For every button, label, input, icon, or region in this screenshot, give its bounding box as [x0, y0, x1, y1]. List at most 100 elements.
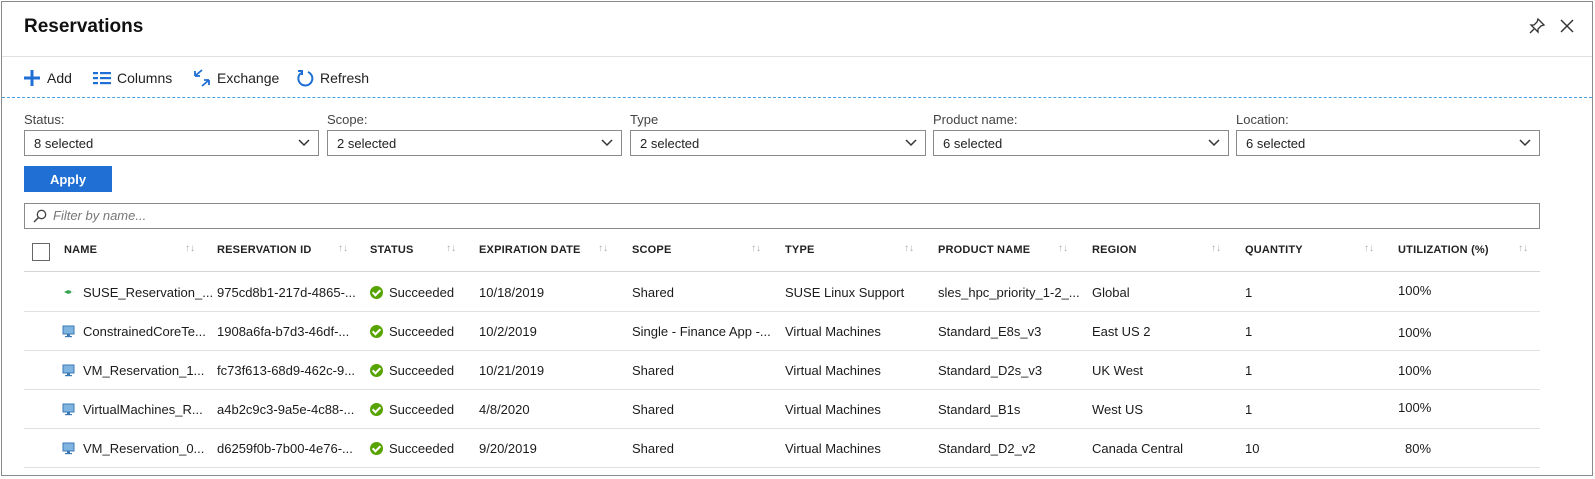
type: Virtual Machines — [785, 441, 881, 456]
sort-icon[interactable]: ↑↓ — [1364, 243, 1374, 254]
type-filter-value: 2 selected — [640, 136, 700, 151]
utilization: 100% — [1398, 283, 1432, 298]
status-text: Succeeded — [389, 363, 455, 378]
reservation-id: 1908a6fa-b7d3-46df-... — [217, 324, 350, 339]
sort-icon[interactable]: ↑↓ — [185, 243, 195, 254]
status-text: Succeeded — [389, 402, 455, 417]
scope-filter-select[interactable]: 2 selected — [327, 130, 622, 156]
sort-icon[interactable]: ↑↓ — [338, 243, 348, 254]
sort-icon[interactable]: ↑↓ — [751, 243, 761, 254]
type-filter-select[interactable]: 2 selected — [630, 130, 926, 156]
exchange-button[interactable]: Exchange — [193, 68, 279, 88]
type: SUSE Linux Support — [785, 285, 905, 300]
location-filter-label: Location: — [1236, 112, 1289, 127]
expiration-date: 10/21/2019 — [479, 363, 545, 378]
command-bar: Add Columns Exchange Refresh — [2, 58, 1592, 98]
search-icon — [33, 209, 47, 223]
table-row[interactable]: VirtualMachines_R... a4b2c9c3-9a5e-4c88-… — [24, 390, 1540, 429]
table-header: NAME ↑↓ RESERVATION ID ↑↓ STATUS ↑↓ EXPI… — [24, 234, 1540, 272]
status-text: Succeeded — [389, 441, 455, 456]
close-icon[interactable] — [1558, 17, 1576, 35]
reservation-name[interactable]: VM_Reservation_0... — [83, 441, 204, 456]
chevron-down-icon — [601, 139, 613, 147]
type: Virtual Machines — [785, 324, 881, 339]
type: Virtual Machines — [785, 363, 881, 378]
columns-button[interactable]: Columns — [93, 68, 172, 88]
quantity: 10 — [1245, 441, 1260, 456]
column-header-scope[interactable]: SCOPE — [632, 244, 672, 256]
quantity: 1 — [1245, 285, 1253, 300]
table-row[interactable]: SUSE_Reservation_... 975cd8b1-217d-4865-… — [24, 273, 1540, 312]
utilization: 100% — [1398, 363, 1432, 378]
column-header-type[interactable]: TYPE — [785, 244, 815, 256]
column-header-quantity[interactable]: QUANTITY — [1245, 244, 1303, 256]
product-name-filter-select[interactable]: 6 selected — [933, 130, 1229, 156]
product-name: Standard_B1s — [938, 402, 1021, 417]
utilization: 100% — [1398, 400, 1432, 415]
reservation-name[interactable]: VirtualMachines_R... — [83, 402, 203, 417]
columns-button-label: Columns — [117, 70, 173, 86]
plus-icon — [24, 70, 40, 86]
type: Virtual Machines — [785, 402, 881, 417]
chevron-down-icon — [1208, 139, 1220, 147]
reservation-name[interactable]: VM_Reservation_1... — [83, 363, 204, 378]
sort-icon[interactable]: ↑↓ — [904, 243, 914, 254]
vm-icon — [62, 325, 75, 338]
location-filter-select[interactable]: 6 selected — [1236, 130, 1540, 156]
location-filter-value: 6 selected — [1246, 136, 1306, 151]
status-cell: Succeeded — [370, 324, 454, 339]
add-button-label: Add — [47, 70, 72, 86]
product-name-filter-label: Product name: — [933, 112, 1018, 127]
refresh-button[interactable]: Refresh — [296, 68, 369, 88]
column-header-expiration-date[interactable]: EXPIRATION DATE — [479, 244, 581, 256]
exchange-icon — [194, 69, 210, 87]
region: West US — [1092, 402, 1144, 417]
sort-icon[interactable]: ↑↓ — [1518, 243, 1528, 254]
column-header-name[interactable]: NAME — [64, 244, 97, 256]
sort-icon[interactable]: ↑↓ — [1211, 243, 1221, 254]
expiration-date: 4/8/2020 — [479, 402, 530, 417]
sort-icon[interactable]: ↑↓ — [598, 243, 608, 254]
add-button[interactable]: Add — [23, 68, 72, 88]
column-header-utilization[interactable]: UTILIZATION (%) — [1398, 244, 1489, 256]
pin-icon[interactable] — [1528, 17, 1546, 35]
filter-by-name-placeholder: Filter by name... — [53, 208, 147, 223]
product-name: Standard_D2s_v3 — [938, 363, 1043, 378]
select-all-checkbox[interactable] — [32, 243, 50, 261]
status-text: Succeeded — [389, 285, 455, 300]
table-row[interactable]: ConstrainedCoreTe... 1908a6fa-b7d3-46df-… — [24, 312, 1540, 351]
product-name: sles_hpc_priority_1-2_... — [938, 285, 1080, 300]
table-row[interactable]: VM_Reservation_1... fc73f613-68d9-462c-9… — [24, 351, 1540, 390]
success-check-icon — [370, 325, 383, 338]
sort-icon[interactable]: ↑↓ — [446, 243, 456, 254]
product-name: Standard_D2_v2 — [938, 441, 1036, 456]
reservation-name[interactable]: SUSE_Reservation_... — [83, 285, 213, 300]
column-header-product-name[interactable]: PRODUCT NAME — [938, 244, 1030, 256]
table-row[interactable]: VM_Reservation_0... d6259f0b-7b00-4e76-.… — [24, 429, 1540, 468]
status-cell: Succeeded — [370, 441, 454, 456]
column-header-status[interactable]: STATUS — [370, 244, 414, 256]
scope: Single - Finance App -... — [632, 324, 771, 339]
reservation-name[interactable]: ConstrainedCoreTe... — [83, 324, 206, 339]
sort-icon[interactable]: ↑↓ — [1058, 243, 1068, 254]
status-filter-select[interactable]: 8 selected — [24, 130, 319, 156]
scope: Shared — [632, 285, 674, 300]
scope: Shared — [632, 363, 674, 378]
scope-filter-label: Scope: — [327, 112, 368, 127]
success-check-icon — [370, 286, 383, 299]
refresh-icon — [297, 70, 314, 87]
quantity: 1 — [1245, 402, 1253, 417]
region: UK West — [1092, 363, 1144, 378]
quantity: 1 — [1245, 363, 1253, 378]
reservation-id: fc73f613-68d9-462c-9... — [217, 363, 356, 378]
vm-icon — [62, 403, 75, 416]
success-check-icon — [370, 403, 383, 416]
column-header-reservation-id[interactable]: RESERVATION ID — [217, 244, 311, 256]
expiration-date: 9/20/2019 — [479, 441, 537, 456]
apply-button[interactable]: Apply — [24, 166, 112, 192]
status-text: Succeeded — [389, 324, 455, 339]
columns-icon — [93, 72, 111, 85]
region: Global — [1092, 285, 1130, 300]
filter-by-name-input[interactable]: Filter by name... — [24, 203, 1540, 229]
column-header-region[interactable]: REGION — [1092, 244, 1137, 256]
